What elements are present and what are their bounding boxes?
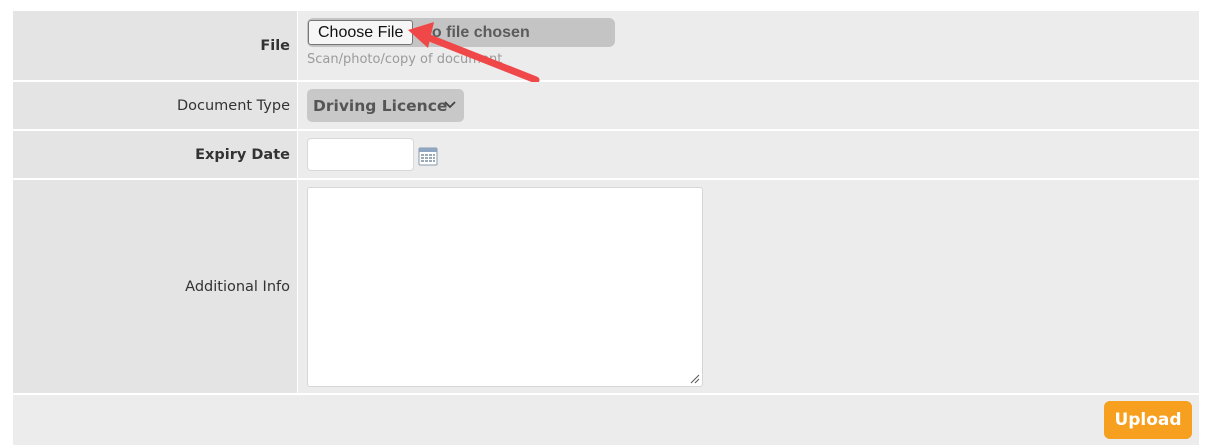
- chevron-down-icon: [444, 101, 456, 109]
- form-footer: Upload: [13, 395, 1199, 445]
- upload-button[interactable]: Upload: [1104, 401, 1192, 439]
- document-type-field-cell: Driving Licence: [297, 82, 1199, 129]
- file-field-cell: Choose File No file chosen Scan/photo/co…: [297, 11, 1199, 84]
- document-type-select[interactable]: Driving Licence: [307, 89, 464, 122]
- additional-info-row: Additional Info: [13, 180, 1199, 395]
- additional-info-field-cell: [297, 180, 1199, 393]
- additional-info-label: Additional Info: [13, 180, 297, 393]
- document-upload-form: File Choose File No file chosen Scan/pho…: [13, 11, 1199, 445]
- expiry-date-row: Expiry Date: [13, 131, 1199, 180]
- choose-file-button[interactable]: Choose File: [308, 20, 414, 45]
- document-type-label: Document Type: [13, 82, 297, 129]
- expiry-date-label: Expiry Date: [13, 131, 297, 178]
- additional-info-textarea[interactable]: [307, 187, 703, 387]
- document-type-selected: Driving Licence: [313, 96, 448, 115]
- file-row: File Choose File No file chosen Scan/pho…: [13, 11, 1199, 84]
- expiry-date-field-cell: [297, 131, 1199, 178]
- resize-handle-icon[interactable]: [690, 374, 700, 384]
- document-type-row: Document Type Driving Licence: [13, 82, 1199, 131]
- expiry-date-input[interactable]: [307, 138, 414, 171]
- calendar-icon[interactable]: [418, 146, 438, 166]
- file-label: File: [13, 11, 297, 80]
